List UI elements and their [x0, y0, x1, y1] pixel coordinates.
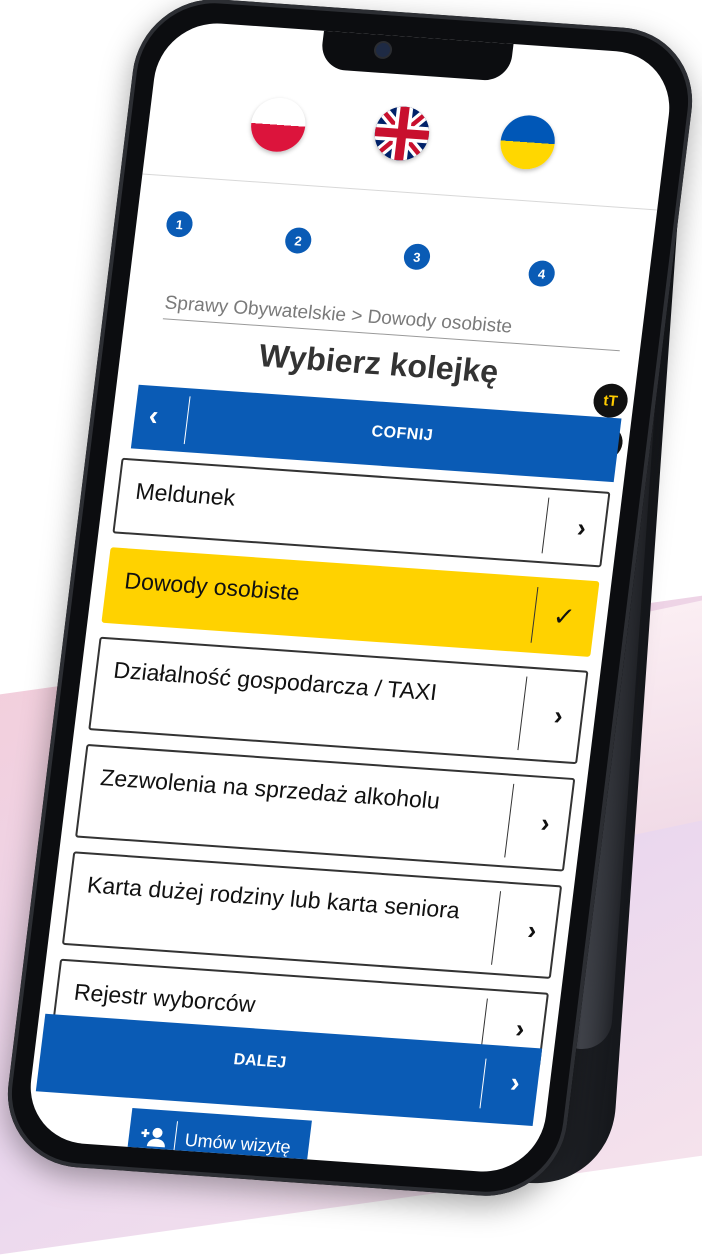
queue-item-zezwolenia[interactable]: Zezwolenia na sprzedaż alkoholu › [75, 743, 576, 872]
uk-flag-icon[interactable] [371, 104, 433, 163]
next-button-label: DALEJ [232, 1051, 288, 1072]
queue-item-label: Meldunek [134, 477, 237, 511]
step-4: 4 [527, 259, 557, 288]
queue-item-karta[interactable]: Karta dużej rodziny lub karta seniora › [61, 851, 563, 979]
back-button-label: COFNIJ [370, 423, 435, 445]
button-separator [479, 1058, 487, 1109]
item-separator [491, 891, 502, 965]
checkmark-icon: ✓ [551, 600, 577, 633]
chevron-right-icon: › [575, 512, 588, 543]
step-2: 2 [283, 226, 313, 255]
chevron-right-icon: › [508, 1066, 522, 1098]
chevron-right-icon: › [526, 914, 539, 946]
queue-item-label: Karta dużej rodziny lub karta seniora [85, 871, 462, 924]
step-3: 3 [402, 243, 432, 271]
chevron-left-icon: ‹ [147, 399, 161, 432]
ukraine-flag-icon[interactable] [497, 113, 558, 172]
queue-item-label: Zezwolenia na sprzedaż alkoholu [98, 764, 442, 814]
step-1: 1 [164, 210, 195, 239]
polish-flag-icon[interactable] [248, 96, 309, 154]
item-separator [541, 497, 550, 554]
item-separator [504, 783, 515, 858]
chevron-right-icon: › [513, 1013, 527, 1044]
queue-item-label: Działalność gospodarcza / TAXI [112, 656, 439, 706]
step-indicator: 1 2 3 4 [132, 208, 653, 294]
item-separator [530, 587, 539, 643]
camera-icon [375, 42, 391, 58]
queue-item-dzialalnosc[interactable]: Działalność gospodarcza / TAXI › [88, 636, 589, 765]
language-switcher [143, 89, 668, 205]
queue-item-label: Dowody osobiste [123, 567, 302, 606]
chevron-right-icon: › [539, 807, 552, 838]
phone-scene: 1 2 3 4 Sprawy Obywatelskie > Dowody oso… [0, 0, 702, 1201]
chevron-right-icon: › [552, 700, 565, 731]
item-separator [517, 676, 528, 751]
queue-list: Meldunek › Dowody osobiste ✓ Działalność… [49, 457, 611, 1083]
queue-item-dowody-osobiste[interactable]: Dowody osobiste ✓ [101, 547, 600, 657]
